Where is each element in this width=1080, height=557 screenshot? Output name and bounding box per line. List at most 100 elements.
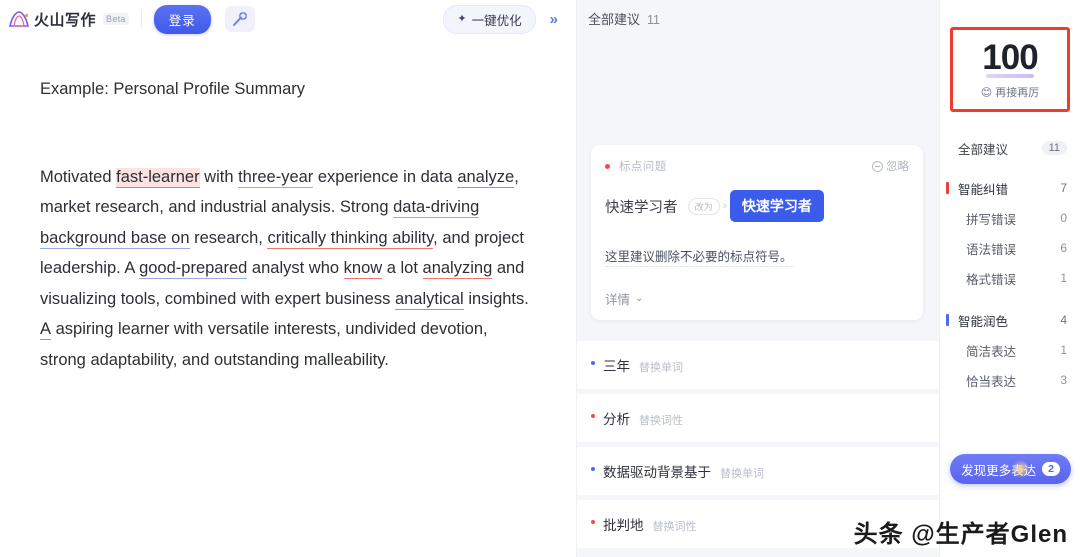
list-item-kind: 替换单词 [639,362,683,374]
doc-marked-text[interactable]: good-prepared [139,259,248,279]
suggestion-card-header: 标点问题 忽略 [605,158,909,174]
score-emoji-icon: 😊 [980,86,993,99]
doc-marked-text[interactable]: fast-learner [116,167,200,188]
sidebar-subitem-label: 格式错误 [966,272,1017,287]
change-to-pill: 改为 [687,197,720,215]
suggestions-column: 全部建议 11 标点问题 忽略 快速学习者 改为 快速学习者 这里建议删除不必要… [577,0,939,557]
editor-column: 火山写作 Beta 登录 ✦ 一键优化 » Example: Personal … [0,0,577,557]
score-value: 100 [982,38,1039,78]
toolbar-right-group: ✦ 一键优化 » [443,4,566,34]
sidebar-subitem-label: 语法错误 [966,242,1017,257]
doc-marked-text[interactable]: know [343,259,383,279]
sidebar-subitem-count: 1 [1060,271,1067,285]
score-caption-row: 😊 再接再厉 [953,84,1067,100]
circle-minus-icon [872,160,883,172]
document-editor[interactable]: Example: Personal Profile Summary Motiva… [0,38,576,375]
doc-text: with [199,167,239,186]
sparkle-icon: ✦ [457,12,467,25]
group-marker-icon [946,314,949,326]
severity-dot-icon [605,163,610,169]
doc-marked-text[interactable]: critically thinking ability [267,228,434,249]
discover-more-badge: 2 [1042,462,1060,476]
magic-wand-icon[interactable] [224,6,255,32]
discover-more-button[interactable]: 发现更多表达 2 [950,454,1071,484]
group-marker-icon [946,182,949,194]
suggestion-replace-row: 快速学习者 改为 快速学习者 [605,190,909,222]
document-title: Example: Personal Profile Summary [40,80,306,98]
sidebar-all-count: 11 [1041,141,1067,155]
brand-name: 火山写作 [34,11,97,29]
sidebar-item-smart-polish[interactable]: 智能润色 4 [940,305,1080,335]
suggestions-header-label: 全部建议 [588,12,641,27]
beta-tag: Beta [103,13,129,25]
one-click-optimize-button[interactable]: ✦ 一键优化 [443,4,536,34]
list-item-kind: 替换词性 [639,415,683,427]
optimize-label: 一键优化 [471,13,522,28]
sidebar-group: 智能润色 4 简洁表达 1 恰当表达 3 [940,305,1080,395]
brand: 火山写作 Beta [8,9,129,30]
sidebar-item-all-suggestions[interactable]: 全部建议 11 [940,135,1080,161]
watermark: 头条 @生产者Glen [853,521,1068,548]
suggestion-detail-toggle[interactable]: 详情 ⌄ [605,289,909,308]
sidebar-subitem-count: 3 [1060,373,1067,387]
list-item-word: 批判地 [603,518,644,533]
doc-marked-text[interactable]: three-year [238,167,314,188]
list-item-word: 数据驱动背景基于 [603,465,711,480]
list-item-kind: 替换词性 [652,521,697,533]
suggestions-header-count: 11 [647,13,660,27]
list-item-word: 三年 [603,359,630,374]
ignore-button[interactable]: 忽略 [872,158,909,174]
suggestion-card[interactable]: 标点问题 忽略 快速学习者 改为 快速学习者 这里建议删除不必要的标点符号。 详… [591,145,923,320]
list-item-word: 分析 [603,412,630,427]
doc-marked-text[interactable]: analyze [457,167,515,188]
score-caption: 再接再厉 [995,87,1040,99]
collapse-panel-icon[interactable]: » [546,11,562,28]
detail-label: 详情 [605,293,631,307]
sidebar-group-count: 4 [1060,313,1067,327]
discover-more-label: 发现更多表达 [961,463,1037,478]
doc-marked-text[interactable]: A [40,320,52,340]
document-paragraph[interactable]: Motivated fast-learner with three-year e… [40,162,536,376]
suggestion-type-label: 标点问题 [619,161,667,173]
list-item-kind: 替换单词 [720,468,764,480]
sidebar-subitem[interactable]: 简洁表达 1 [940,335,1080,365]
sidebar-subitem[interactable]: 语法错误 6 [940,233,1080,263]
sidebar-subitem-count: 1 [1060,343,1067,357]
toolbar-divider [140,10,142,28]
sidebar-subitem[interactable]: 恰当表达 3 [940,365,1080,395]
login-button[interactable]: 登录 [153,4,211,34]
sidebar-subitem-count: 0 [1060,211,1067,225]
bullet-icon [591,414,595,418]
doc-text: analyst who [247,259,344,277]
editor-toolbar: 火山写作 Beta 登录 ✦ 一键优化 » [0,0,576,38]
sidebar-subitem[interactable]: 格式错误 1 [940,263,1080,293]
suggestions-header: 全部建议 11 [577,0,939,28]
score-box: 100 😊 再接再厉 [950,27,1070,112]
doc-text: insights. [463,289,529,308]
sidebar-subitem-label: 恰当表达 [966,374,1017,389]
doc-text: Motivated [40,167,117,186]
sidebar-subitem-count: 6 [1060,241,1067,255]
app-root: 火山写作 Beta 登录 ✦ 一键优化 » Example: Personal … [0,0,1080,557]
list-item[interactable]: 三年 替换单词 [577,341,939,389]
chevron-down-icon: ⌄ [635,293,644,304]
original-text: 快速学习者 [605,199,678,216]
sidebar-subitem-label: 拼写错误 [966,212,1017,227]
sidebar-group-label: 智能纠错 [958,182,1009,197]
list-item[interactable]: 数据驱动背景基于 替换单词 [577,447,939,495]
list-item[interactable]: 分析 替换词性 [577,394,939,442]
bullet-icon [591,361,595,365]
bullet-icon [591,467,595,471]
doc-marked-text[interactable]: analytical [394,289,464,310]
sidebar-group-label: 智能润色 [958,314,1009,329]
sidebar-subitem[interactable]: 拼写错误 0 [940,203,1080,233]
apply-replacement-button[interactable]: 快速学习者 [729,190,824,222]
doc-text: research, [189,228,268,247]
doc-marked-text[interactable]: analyzing [422,259,493,279]
sidebar-category-groups: 智能纠错 7 拼写错误 0 语法错误 6 格式错误 1 智能润色 4 简洁表达 1 恰当表达 3 [940,173,1080,395]
sidebar-group: 智能纠错 7 拼写错误 0 语法错误 6 格式错误 1 [940,173,1080,293]
sidebar-item-smart-correction[interactable]: 智能纠错 7 [940,173,1080,203]
score-sidebar: 100 😊 再接再厉 全部建议 11 智能纠错 7 拼写错误 0 语法错误 6 格式错误 1 智… [939,0,1080,557]
bullet-icon [591,520,595,524]
doc-text: a lot [382,259,423,277]
